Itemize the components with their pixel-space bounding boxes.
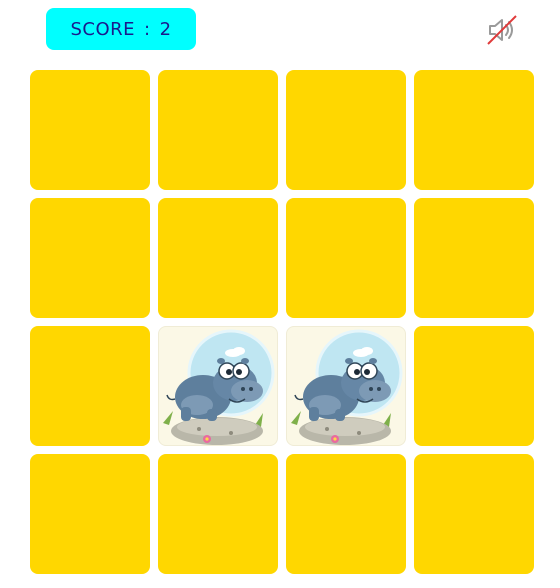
- card-hidden[interactable]: [30, 70, 150, 190]
- card-hidden[interactable]: [414, 454, 534, 574]
- card-hidden[interactable]: [286, 454, 406, 574]
- card-hidden[interactable]: [30, 198, 150, 318]
- speaker-muted-icon: [487, 15, 517, 45]
- card-hidden[interactable]: [286, 198, 406, 318]
- card-hidden[interactable]: [286, 70, 406, 190]
- card-grid: [30, 70, 534, 574]
- score-value: 2: [159, 18, 172, 40]
- card-hidden[interactable]: [414, 198, 534, 318]
- card-hidden[interactable]: [414, 326, 534, 446]
- card-hidden[interactable]: [158, 70, 278, 190]
- score-badge: SCORE : 2: [46, 8, 196, 50]
- card-revealed[interactable]: [158, 326, 278, 446]
- sound-toggle-button[interactable]: [484, 12, 520, 48]
- card-hidden[interactable]: [30, 326, 150, 446]
- score-separator: :: [144, 18, 151, 40]
- card-hidden[interactable]: [158, 198, 278, 318]
- card-hidden[interactable]: [158, 454, 278, 574]
- hippo-icon: [163, 329, 275, 445]
- hippo-icon: [291, 329, 403, 445]
- score-label: SCORE: [70, 18, 135, 40]
- card-revealed[interactable]: [286, 326, 406, 446]
- card-hidden[interactable]: [30, 454, 150, 574]
- card-hidden[interactable]: [414, 70, 534, 190]
